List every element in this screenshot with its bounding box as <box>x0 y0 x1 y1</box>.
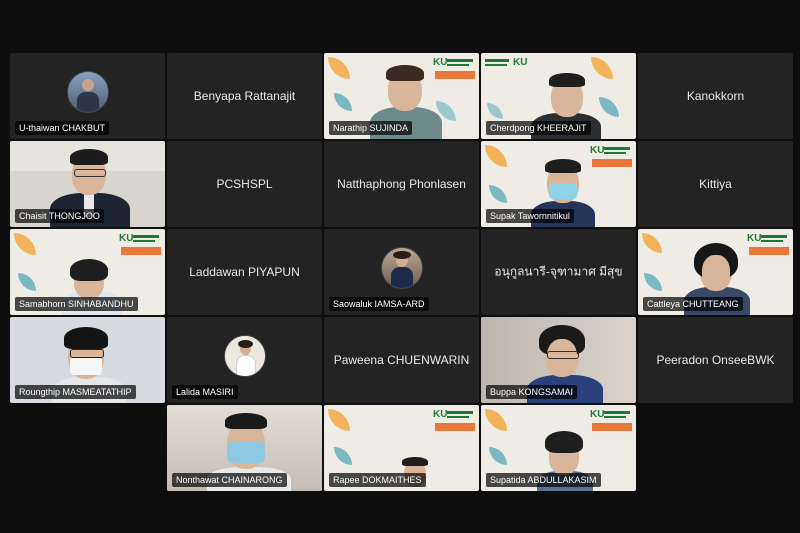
participant-name: Supak Tawornnitikul <box>486 209 574 223</box>
participant-tile[interactable]: Kanokkorn <box>638 53 793 139</box>
participant-name: Laddawan PIYAPUN <box>189 265 300 279</box>
participant-name: Chaisit THONGJOO <box>15 209 104 223</box>
participant-tile[interactable]: อนุกูลนารี-จุฑามาศ มีสุข <box>481 229 636 315</box>
ku-banner: KU <box>433 57 475 83</box>
avatar <box>66 70 109 113</box>
participant-name: Natthaphong Phonlasen <box>337 177 466 191</box>
participant-tile[interactable]: Kittiya <box>638 141 793 227</box>
participant-tile[interactable]: Natthaphong Phonlasen <box>324 141 479 227</box>
meeting-stage: U-thaiwan CHAKBUT Benyapa Rattanajit KU … <box>0 0 800 533</box>
participant-name: Cherdpong KHEERAJIT <box>486 121 591 135</box>
participant-name: Nonthawat CHAINARONG <box>172 473 287 487</box>
participant-name: Lalida MASIRI <box>172 385 238 399</box>
participant-name: Benyapa Rattanajit <box>193 89 296 103</box>
participant-tile[interactable]: Laddawan PIYAPUN <box>167 229 322 315</box>
participant-tile[interactable]: Paweena CHUENWARIN <box>324 317 479 403</box>
participant-tile[interactable]: Benyapa Rattanajit <box>167 53 322 139</box>
participant-tile[interactable]: KU Rapee DOKMAITHES <box>324 405 479 491</box>
participant-name: Supatida ABDULLAKASIM <box>486 473 601 487</box>
participant-tile[interactable]: Roungthip MASMEATATHIP <box>10 317 165 403</box>
participant-tile[interactable]: Saowaluk IAMSA-ARD <box>324 229 479 315</box>
participant-tile[interactable]: Chaisit THONGJOO <box>10 141 165 227</box>
participant-tile[interactable]: KU Cherdpong KHEERAJIT <box>481 53 636 139</box>
ku-banner: KU <box>119 233 161 259</box>
participant-tile[interactable]: KU Supatida ABDULLAKASIM <box>481 405 636 491</box>
ku-banner: KU <box>485 57 527 83</box>
participant-name: Cattleya CHUTTEANG <box>643 297 743 311</box>
participant-name: Samabhorn SINHABANDHU <box>15 297 138 311</box>
participant-name: Buppa KONGSAMAI <box>486 385 578 399</box>
participant-name: Rapee DOKMAITHES <box>329 473 426 487</box>
participant-name: PCSHSPL <box>216 177 273 191</box>
participant-tile[interactable]: KU Narathip SUJINDA <box>324 53 479 139</box>
participant-tile[interactable]: Buppa KONGSAMAI <box>481 317 636 403</box>
participant-tile[interactable]: Peeradon OnseeBWK <box>638 317 793 403</box>
participant-tile[interactable]: PCSHSPL <box>167 141 322 227</box>
participant-name: Peeradon OnseeBWK <box>656 353 775 367</box>
participant-gallery: U-thaiwan CHAKBUT Benyapa Rattanajit KU … <box>10 53 795 493</box>
participant-name: U-thaiwan CHAKBUT <box>15 121 110 135</box>
participant-name: Kanokkorn <box>686 89 745 103</box>
ku-banner: KU <box>590 145 632 171</box>
avatar <box>380 246 423 289</box>
participant-tile[interactable]: Lalida MASIRI <box>167 317 322 403</box>
participant-tile[interactable]: Nonthawat CHAINARONG <box>167 405 322 491</box>
ku-banner: KU <box>433 409 475 435</box>
ku-banner: KU <box>590 409 632 435</box>
participant-tile[interactable]: KU Supak Tawornnitikul <box>481 141 636 227</box>
participant-tile[interactable]: KU Cattleya CHUTTEANG <box>638 229 793 315</box>
participant-name: Roungthip MASMEATATHIP <box>15 385 136 399</box>
participant-tile[interactable]: U-thaiwan CHAKBUT <box>10 53 165 139</box>
participant-name: Saowaluk IAMSA-ARD <box>329 297 429 311</box>
participant-tile[interactable]: KU Samabhorn SINHABANDHU <box>10 229 165 315</box>
participant-name: Narathip SUJINDA <box>329 121 413 135</box>
participant-name: Paweena CHUENWARIN <box>333 353 470 367</box>
participant-name: อนุกูลนารี-จุฑามาศ มีสุข <box>494 264 623 279</box>
avatar <box>223 334 266 377</box>
participant-name: Kittiya <box>699 177 732 191</box>
ku-banner: KU <box>747 233 789 259</box>
